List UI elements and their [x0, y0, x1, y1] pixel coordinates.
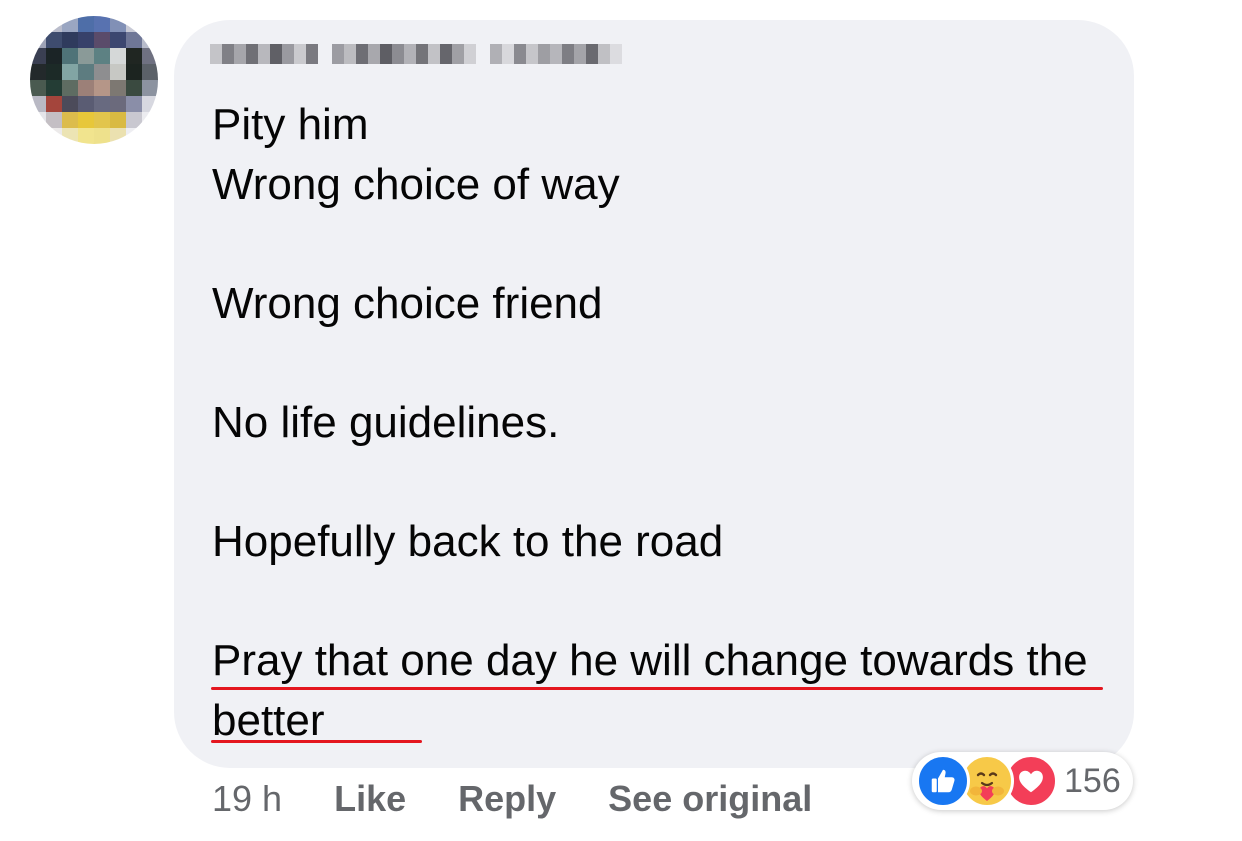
annotation-underline — [211, 687, 1103, 690]
thumbs-up-icon — [916, 754, 970, 808]
reply-button[interactable]: Reply — [458, 778, 556, 820]
reactions-summary[interactable]: 156 — [912, 752, 1133, 810]
like-button[interactable]: Like — [334, 778, 406, 820]
comment-text: Pity him Wrong choice of way Wrong choic… — [212, 100, 1088, 745]
comment-timestamp[interactable]: 19 h — [212, 778, 282, 820]
reaction-count: 156 — [1064, 761, 1121, 800]
avatar-pixelation — [30, 16, 158, 144]
author-name-word — [490, 44, 622, 64]
commenter-avatar[interactable] — [30, 16, 158, 144]
comment-actions: 19 h Like Reply See original — [212, 775, 864, 823]
annotation-underline — [211, 740, 422, 743]
author-name-word — [210, 44, 318, 64]
author-name-word — [332, 44, 476, 64]
see-original-button[interactable]: See original — [608, 778, 812, 820]
author-name-pixelated[interactable] — [210, 44, 622, 64]
